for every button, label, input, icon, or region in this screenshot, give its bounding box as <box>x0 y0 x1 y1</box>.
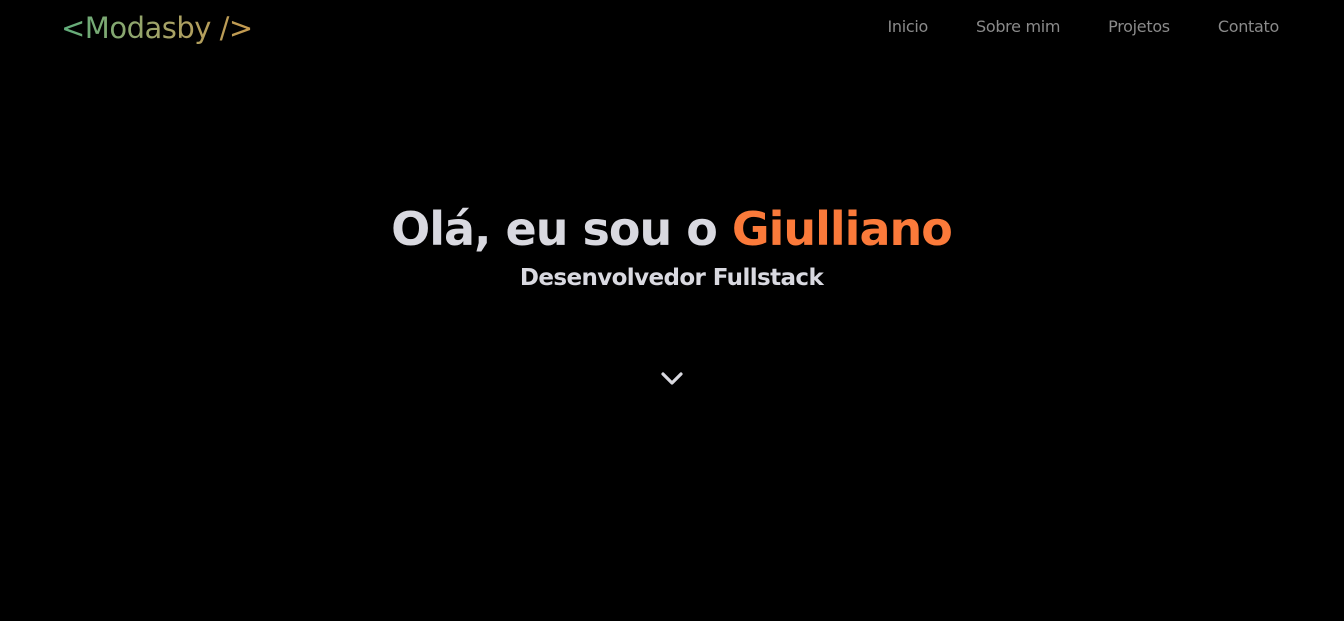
hero-subtitle: Desenvolvedor Fullstack <box>519 265 824 291</box>
site-header: <Modasby /> Inicio Sobre mim Projetos Co… <box>0 0 1343 56</box>
hero-greeting: Olá, eu sou o <box>391 202 718 256</box>
hero-section: Olá, eu sou o Giulliano Desenvolvedor Fu… <box>0 195 1343 293</box>
nav-link-inicio[interactable]: Inicio <box>887 17 928 37</box>
chevron-down-icon[interactable] <box>659 368 685 388</box>
nav-link-sobre-mim[interactable]: Sobre mim <box>976 17 1060 37</box>
page: <Modasby /> Inicio Sobre mim Projetos Co… <box>0 0 1343 621</box>
hero-title: Olá, eu sou o Giulliano <box>0 195 1343 263</box>
nav-link-projetos[interactable]: Projetos <box>1108 17 1170 37</box>
site-logo[interactable]: <Modasby /> <box>61 10 253 46</box>
nav-link-contato[interactable]: Contato <box>1218 17 1279 37</box>
main-nav: Inicio Sobre mim Projetos Contato <box>887 17 1279 37</box>
hero-name: Giulliano <box>731 202 953 256</box>
